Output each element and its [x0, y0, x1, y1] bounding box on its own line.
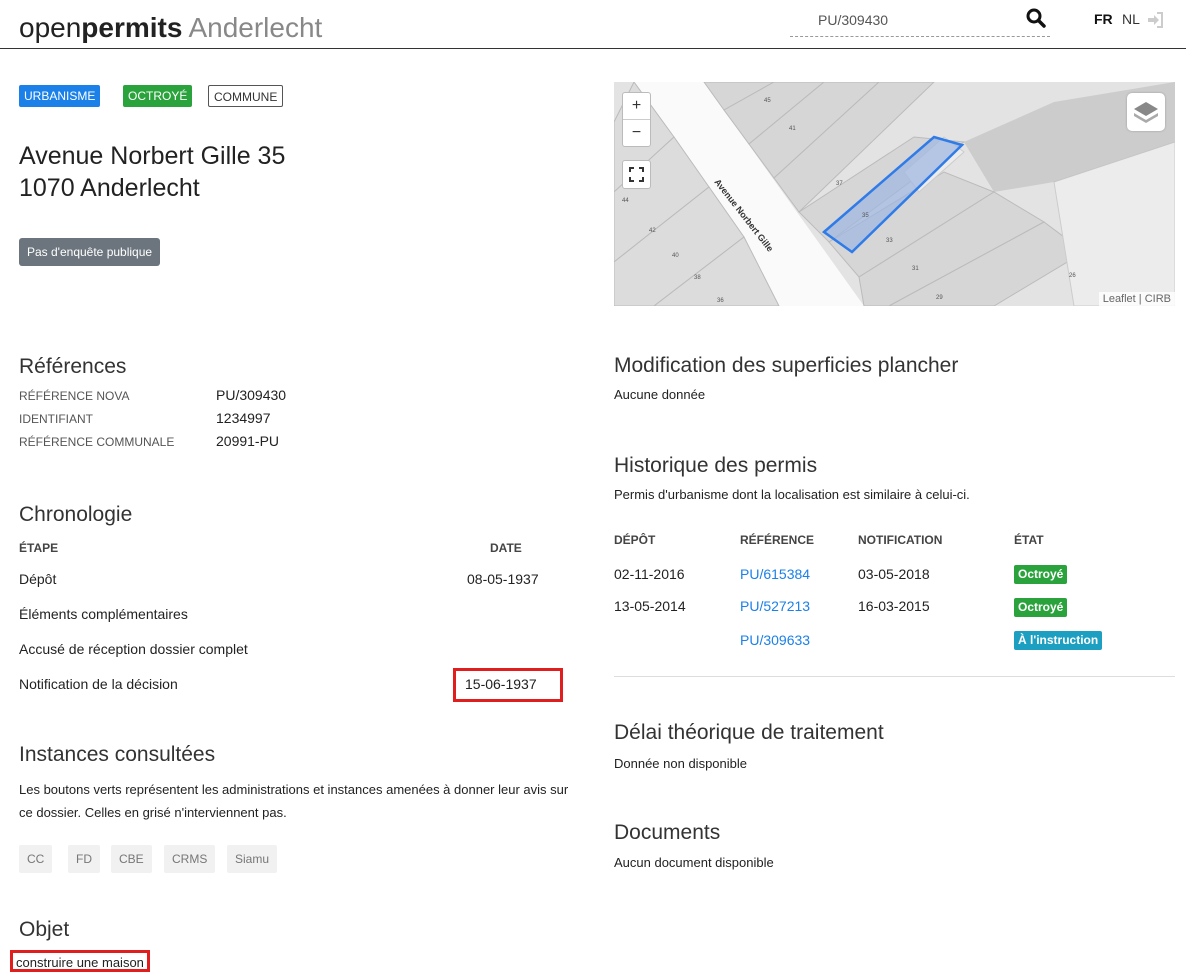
ref-value-identifiant: 1234997: [216, 410, 271, 426]
hist-col-depot: DÉPÔT: [614, 533, 656, 547]
instance-chip-fd[interactable]: FD: [68, 845, 100, 873]
chrono-step: Notification de la décision: [19, 676, 178, 692]
instances-description: Les boutons verts représentent les admin…: [19, 782, 569, 820]
instance-chip-crms[interactable]: CRMS: [164, 845, 216, 873]
search-box: [790, 8, 1050, 37]
hist-depot: 13-05-2014: [614, 598, 686, 614]
tag-octroye: OCTROYÉ: [123, 85, 193, 107]
tag-urbanisme: URBANISME: [19, 85, 101, 107]
hist-ref-link[interactable]: PU/309633: [740, 632, 810, 648]
instance-chip-cbe[interactable]: CBE: [111, 845, 152, 873]
historique-description: Permis d'urbanisme dont la localisation …: [614, 487, 970, 502]
map-house-number: 40: [672, 253, 679, 259]
instance-chip-cc[interactable]: CC: [19, 845, 53, 873]
hist-status-badge: À l'instruction: [1014, 631, 1103, 650]
highlight-box-date: [453, 668, 563, 702]
sign-in-icon[interactable]: [1147, 12, 1163, 28]
map-house-number: 31: [912, 266, 919, 272]
instance-chip-siamu[interactable]: Siamu: [227, 845, 278, 873]
attribution-leaflet-link[interactable]: Leaflet: [1103, 293, 1136, 305]
brand-permits: permits: [81, 12, 183, 43]
attribution-separator: |: [1135, 293, 1145, 305]
hist-col-notif: NOTIFICATION: [858, 533, 943, 547]
ref-label-identifiant: IDENTIFIANT: [19, 412, 93, 426]
hist-depot: 02-11-2016: [614, 566, 685, 582]
references-title: Références: [19, 355, 127, 378]
map-house-number: 26: [1069, 273, 1076, 279]
hist-col-ref: RÉFÉRENCE: [740, 533, 815, 547]
documents-value: Aucun document disponible: [614, 855, 774, 870]
delai-title: Délai théorique de traitement: [614, 721, 884, 744]
ref-value-nova: PU/309430: [216, 387, 287, 403]
hist-notif: 03-05-2018: [858, 566, 930, 582]
map-house-number: 37: [836, 181, 843, 187]
address-line1: Avenue Norbert Gille 35: [19, 142, 286, 170]
enquete-badge: Pas d'enquête publique: [19, 238, 161, 266]
instances-title: Instances consultées: [19, 743, 216, 766]
delai-value: Donnée non disponible: [614, 756, 747, 771]
map-house-number: 29: [936, 295, 943, 301]
ref-label-nova: RÉFÉRENCE NOVA: [19, 389, 130, 403]
chrono-step: Dépôt: [19, 571, 57, 587]
objet-value: construire une maison: [10, 950, 150, 972]
zoom-out-button[interactable]: −: [623, 120, 650, 146]
header-divider: [0, 48, 1186, 49]
hist-notif: 16-03-2015: [858, 598, 930, 614]
historique-title: Historique des permis: [614, 454, 818, 477]
map-zoom-control: + −: [622, 92, 651, 147]
map-house-number: 38: [694, 275, 701, 281]
modification-title: Modification des superficies plancher: [614, 354, 959, 377]
map-house-number: 36: [717, 298, 724, 304]
lang-fr-link[interactable]: FR: [1094, 11, 1113, 27]
site-logo[interactable]: openpermits Anderlecht: [19, 12, 322, 44]
ref-value-communale: 20991-PU: [216, 433, 280, 449]
brand-open: open: [19, 12, 82, 43]
address: Avenue Norbert Gille 35 1070 Anderlecht: [19, 140, 285, 204]
chrono-step: Éléments complémentaires: [19, 606, 188, 622]
hist-ref-link[interactable]: PU/527213: [740, 598, 810, 614]
address-line2: 1070 Anderlecht: [19, 174, 200, 202]
search-input[interactable]: [790, 8, 1018, 32]
map-house-number: 35: [862, 213, 869, 219]
attribution-cirb: CIRB: [1144, 293, 1171, 305]
zoom-in-button[interactable]: +: [623, 93, 650, 120]
chronologie-title: Chronologie: [19, 503, 133, 526]
map-attribution: Leaflet | CIRB: [1098, 292, 1175, 306]
map-house-number: 41: [789, 126, 796, 132]
search-icon[interactable]: [1024, 6, 1048, 30]
section-divider: [614, 676, 1175, 677]
objet-title: Objet: [19, 918, 70, 941]
map-house-number: 42: [649, 228, 656, 234]
lang-nl-link[interactable]: NL: [1122, 11, 1140, 27]
tag-commune: COMMUNE: [208, 85, 284, 107]
map-house-number: 45: [764, 98, 771, 104]
chrono-step: Accusé de réception dossier complet: [19, 641, 248, 657]
chrono-date: 08-05-1937: [467, 571, 539, 587]
hist-status-badge: Octroyé: [1014, 565, 1068, 584]
hist-ref-link[interactable]: PU/615384: [740, 566, 810, 582]
fullscreen-icon[interactable]: [622, 160, 651, 189]
brand-city: Anderlecht: [188, 12, 323, 43]
ref-label-communale: RÉFÉRENCE COMMUNALE: [19, 435, 175, 449]
parcel-map[interactable]: Avenue Norbert Gille 45 41 37 35 33 31 2…: [614, 82, 1175, 306]
chrono-col-step: ÉTAPE: [19, 541, 59, 555]
map-house-number: 44: [622, 198, 629, 204]
hist-col-etat: ÉTAT: [1014, 533, 1044, 547]
hist-status-badge: Octroyé: [1014, 598, 1068, 617]
chrono-col-date: DATE: [490, 541, 522, 555]
map-house-number: 33: [886, 238, 893, 244]
documents-title: Documents: [614, 821, 721, 844]
layers-icon[interactable]: [1127, 93, 1165, 131]
modification-value: Aucune donnée: [614, 387, 706, 402]
